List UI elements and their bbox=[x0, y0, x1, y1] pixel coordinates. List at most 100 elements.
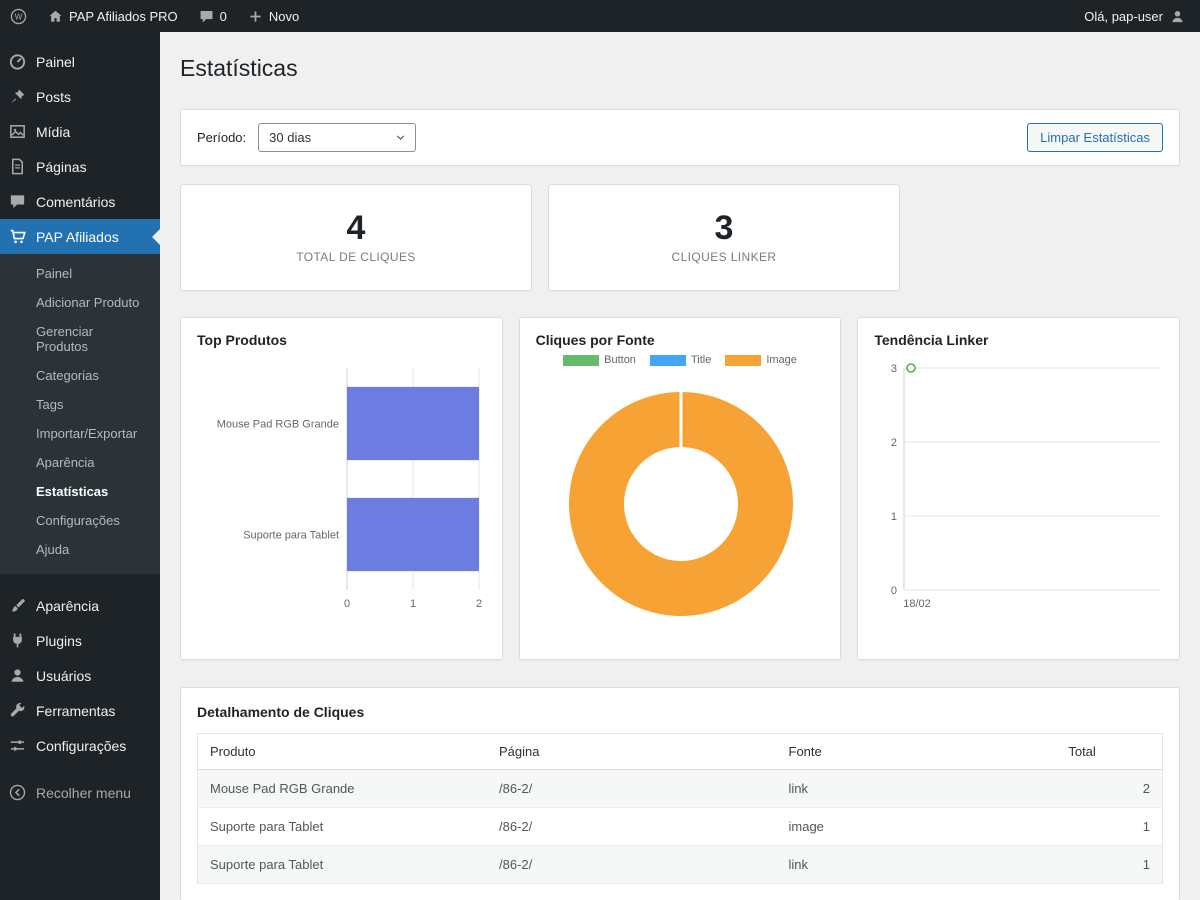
sidebar-item-posts[interactable]: Posts bbox=[0, 79, 160, 114]
stat-card-total-cliques: 4 TOTAL DE CLIQUES bbox=[180, 184, 532, 291]
new-content-menu[interactable]: Novo bbox=[237, 0, 309, 32]
admin-bar: W PAP Afiliados PRO 0 Novo Olá, pap-user bbox=[0, 0, 1200, 32]
submenu-item-estatisticas[interactable]: Estatísticas bbox=[0, 477, 160, 506]
period-select[interactable]: 30 dias bbox=[258, 123, 416, 152]
legend-label: Image bbox=[766, 354, 797, 366]
submenu-item-aparencia[interactable]: Aparência bbox=[0, 448, 160, 477]
legend-swatch bbox=[563, 355, 599, 366]
tools-icon bbox=[8, 701, 27, 720]
legend-item-image[interactable]: Image bbox=[725, 354, 797, 366]
cell-total: 1 bbox=[1056, 846, 1162, 884]
collapse-icon bbox=[8, 783, 27, 802]
submenu-item-painel[interactable]: Painel bbox=[0, 259, 160, 288]
sidebar-item-ferramentas[interactable]: Ferramentas bbox=[0, 693, 160, 728]
sidebar-item-midia[interactable]: Mídia bbox=[0, 114, 160, 149]
svg-text:Suporte para Tablet: Suporte para Tablet bbox=[243, 530, 339, 542]
svg-text:0: 0 bbox=[891, 585, 897, 597]
sidebar-item-label: Usuários bbox=[36, 668, 91, 684]
settings-icon bbox=[8, 736, 27, 755]
pages-icon bbox=[8, 157, 27, 176]
cell-pagina: /86-2/ bbox=[487, 846, 777, 884]
menu-separator bbox=[0, 574, 160, 588]
sidebar-item-plugins[interactable]: Plugins bbox=[0, 623, 160, 658]
tendencia-linker-line-chart: 012318/02 bbox=[874, 354, 1163, 628]
sidebar-item-label: Páginas bbox=[36, 159, 87, 175]
stats-row: 4 TOTAL DE CLIQUES 3 CLIQUES LINKER bbox=[180, 184, 1180, 291]
legend-swatch bbox=[650, 355, 686, 366]
cell-pagina: /86-2/ bbox=[487, 808, 777, 846]
page-title: Estatísticas bbox=[180, 55, 1180, 82]
stat-value: 3 bbox=[715, 211, 734, 245]
stat-label: TOTAL DE CLIQUES bbox=[296, 250, 416, 264]
sidebar-item-label: Plugins bbox=[36, 633, 82, 649]
submenu-item-configuracoes[interactable]: Configurações bbox=[0, 506, 160, 535]
sidebar-item-aparencia[interactable]: Aparência bbox=[0, 588, 160, 623]
sidebar-item-comentarios[interactable]: Comentários bbox=[0, 184, 160, 219]
legend-label: Title bbox=[691, 354, 711, 366]
plus-icon bbox=[247, 8, 264, 25]
svg-text:1: 1 bbox=[891, 511, 897, 523]
site-name: PAP Afiliados PRO bbox=[69, 9, 178, 24]
chevron-down-icon bbox=[394, 131, 407, 144]
cell-fonte: link bbox=[777, 846, 1057, 884]
sidebar-item-pap-afiliados[interactable]: PAP Afiliados bbox=[0, 219, 160, 254]
sidebar-item-label: Aparência bbox=[36, 598, 99, 614]
sidebar-item-label: Mídia bbox=[36, 124, 70, 140]
svg-text:0: 0 bbox=[344, 598, 350, 610]
sidebar-item-label: Comentários bbox=[36, 194, 115, 210]
admin-menu: Painel Posts Mídia Páginas Comentários P… bbox=[0, 32, 160, 810]
sidebar-item-label: Configurações bbox=[36, 738, 126, 754]
column-header-fonte: Fonte bbox=[777, 734, 1057, 770]
table-row: Mouse Pad RGB Grande /86-2/ link 2 bbox=[198, 770, 1163, 808]
submenu-item-ajuda[interactable]: Ajuda bbox=[0, 535, 160, 564]
cell-pagina: /86-2/ bbox=[487, 770, 777, 808]
submenu-item-gerenciar-produtos[interactable]: Gerenciar Produtos bbox=[0, 317, 160, 361]
sidebar-item-label: Ferramentas bbox=[36, 703, 115, 719]
cell-produto: Mouse Pad RGB Grande bbox=[198, 770, 488, 808]
table-row: Suporte para Tablet /86-2/ link 1 bbox=[198, 846, 1163, 884]
wordpress-logo-menu[interactable]: W bbox=[0, 0, 37, 32]
column-header-pagina: Página bbox=[487, 734, 777, 770]
table-row: Suporte para Tablet /86-2/ image 1 bbox=[198, 808, 1163, 846]
admin-sidebar: Painel Posts Mídia Páginas Comentários P… bbox=[0, 32, 160, 900]
admin-bar-left: W PAP Afiliados PRO 0 Novo bbox=[0, 0, 309, 32]
legend-item-title[interactable]: Title bbox=[650, 354, 711, 366]
doughnut-legend: Button Title Image bbox=[536, 354, 825, 366]
comment-bubble-icon bbox=[198, 8, 215, 25]
chart-title: Cliques por Fonte bbox=[536, 332, 825, 348]
new-label: Novo bbox=[269, 9, 299, 24]
wordpress-logo-icon: W bbox=[10, 8, 27, 25]
legend-item-button[interactable]: Button bbox=[563, 354, 636, 366]
svg-text:1: 1 bbox=[410, 598, 416, 610]
account-menu[interactable]: Olá, pap-user bbox=[1084, 8, 1200, 25]
stat-card-cliques-linker: 3 CLIQUES LINKER bbox=[548, 184, 900, 291]
comments-shortcut[interactable]: 0 bbox=[188, 0, 237, 32]
svg-text:W: W bbox=[15, 12, 23, 21]
collapse-menu-button[interactable]: Recolher menu bbox=[0, 775, 160, 810]
cell-total: 2 bbox=[1056, 770, 1162, 808]
plugin-icon bbox=[8, 631, 27, 650]
submenu-item-importar-exportar[interactable]: Importar/Exportar bbox=[0, 419, 160, 448]
sidebar-item-painel[interactable]: Painel bbox=[0, 44, 160, 79]
sidebar-item-usuarios[interactable]: Usuários bbox=[0, 658, 160, 693]
chart-title: Tendência Linker bbox=[874, 332, 1163, 348]
stat-label: CLIQUES LINKER bbox=[672, 250, 777, 264]
cell-produto: Suporte para Tablet bbox=[198, 846, 488, 884]
period-label: Período: bbox=[197, 130, 246, 145]
user-avatar-icon bbox=[1169, 8, 1186, 25]
sidebar-item-configuracoes[interactable]: Configurações bbox=[0, 728, 160, 763]
cell-fonte: link bbox=[777, 770, 1057, 808]
sidebar-item-paginas[interactable]: Páginas bbox=[0, 149, 160, 184]
appearance-icon bbox=[8, 596, 27, 615]
clear-statistics-button[interactable]: Limpar Estatísticas bbox=[1027, 123, 1163, 152]
submenu-item-adicionar-produto[interactable]: Adicionar Produto bbox=[0, 288, 160, 317]
charts-row: Top Produtos 012Mouse Pad RGB GrandeSupo… bbox=[180, 317, 1180, 660]
site-link[interactable]: PAP Afiliados PRO bbox=[37, 0, 188, 32]
legend-swatch bbox=[725, 355, 761, 366]
clicks-detail-card: Detalhamento de Cliques Produto Página F… bbox=[180, 687, 1180, 900]
submenu-item-categorias[interactable]: Categorias bbox=[0, 361, 160, 390]
submenu-item-tags[interactable]: Tags bbox=[0, 390, 160, 419]
top-produtos-bar-chart: 012Mouse Pad RGB GrandeSuporte para Tabl… bbox=[197, 354, 486, 628]
column-header-produto: Produto bbox=[198, 734, 488, 770]
sidebar-item-label: Painel bbox=[36, 54, 75, 70]
